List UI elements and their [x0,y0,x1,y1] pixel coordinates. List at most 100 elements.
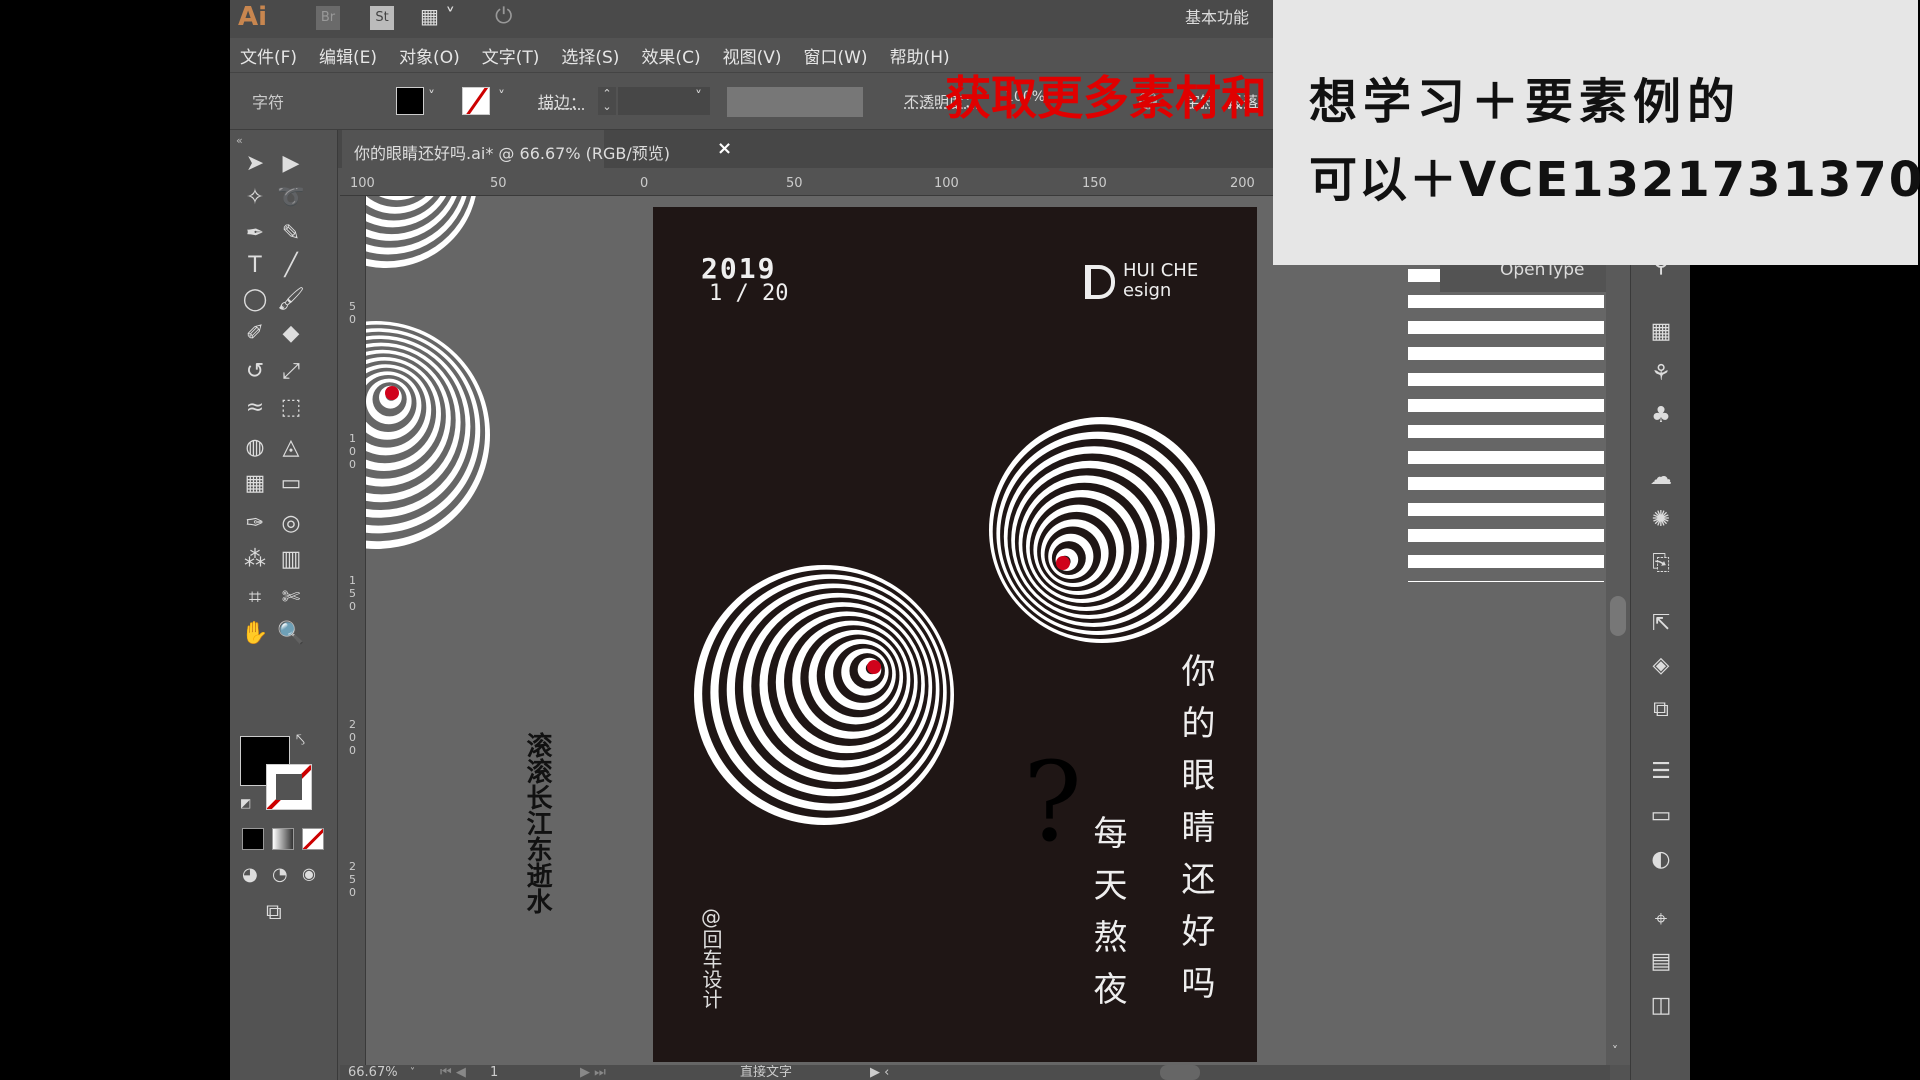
rotate-tool-icon[interactable]: ↺ [238,356,272,388]
stroke-panel-icon[interactable]: ☰ [1645,756,1677,788]
variable-width-profile[interactable] [727,87,863,117]
screen-mode-icon[interactable]: ⧉ [266,900,282,925]
pen-tool-icon[interactable]: ✒ [238,218,272,250]
status-tool-readout[interactable]: 直接文字 [740,1065,792,1080]
menu-effect[interactable]: 效果(C) [641,43,700,68]
cc-libraries-panel-icon[interactable]: ☁ [1645,462,1677,494]
chevron-down-icon[interactable]: ˅ [428,89,435,105]
stroke-stepper[interactable]: ⌃ ⌄ [598,87,616,115]
sphere-red-dot [1056,556,1070,570]
mesh-tool-icon[interactable]: ▦ [238,468,272,500]
line-tool-icon[interactable]: ╱ [274,250,308,282]
zoom-level-field[interactable]: 66.67% [348,1065,398,1080]
paintbrush-tool-icon[interactable]: 🖌 [274,284,308,316]
pathfinder-panel-icon[interactable]: ◫ [1645,990,1677,1022]
stroke-label[interactable]: 描边： [538,89,586,113]
sphere-offcanvas[interactable] [366,321,490,549]
artboards-panel-icon[interactable]: ⧉ [1645,694,1677,726]
slice-tool-icon[interactable]: ✄ [274,582,308,614]
gradient-panel-icon[interactable]: ▭ [1645,800,1677,832]
sphere-small[interactable] [989,417,1215,643]
chevron-down-icon[interactable]: ˅ [695,89,702,105]
type-tool-icon[interactable]: T [238,250,272,282]
perspective-tool-icon[interactable]: ◬ [274,432,308,464]
default-colors-icon[interactable]: ◩ [240,796,251,810]
menu-type[interactable]: 文字(T) [482,43,540,68]
vertical-scrollbar[interactable]: ˅ [1606,196,1630,1065]
curvature-tool-icon[interactable]: ✎ [274,218,308,250]
color-mode-icon[interactable] [242,828,264,850]
free-transform-tool-icon[interactable]: ⬚ [274,392,308,424]
symbol-sprayer-tool-icon[interactable]: ⁂ [238,544,272,576]
vertical-ruler[interactable]: 50 100 150 200 250 [340,196,366,1065]
brushes-panel-icon[interactable]: ⚘ [1645,358,1677,390]
next-artboard-icon[interactable]: ▶ ⏭ [580,1065,606,1080]
stroke-none-swatch[interactable] [462,87,490,115]
menu-file[interactable]: 文件(F) [240,43,297,68]
eyedropper-tool-icon[interactable]: ✑ [238,508,272,540]
stroke-color-box[interactable] [266,764,312,810]
warp-tool-icon[interactable]: ≈ [238,392,272,424]
shaper-tool-icon[interactable]: ✐ [238,318,272,350]
direct-selection-tool-icon[interactable]: ▶ [274,148,308,180]
poster-artboard[interactable]: 2019 1 / 20 HUI CHE esign 你的眼睛还好吗 每天熬夜 ?… [653,207,1257,1062]
blend-tool-icon[interactable]: ◎ [274,508,308,540]
arrange-documents-icon[interactable]: ▦ ˅ [420,4,455,28]
transform-panel-icon[interactable]: ⌖ [1645,904,1677,936]
stock-button[interactable]: St [370,6,394,30]
poster-date-year: 2019 [701,252,777,285]
sphere-offcanvas-top[interactable] [366,196,478,268]
ellipse-tool-icon[interactable]: ◯ [238,284,272,316]
side-vertical-text[interactable]: 滚滚长江东逝水 [522,732,552,914]
horizontal-scroll-thumb[interactable] [1160,1065,1200,1080]
lasso-tool-icon[interactable]: ➰ [274,182,308,214]
draw-inside-icon[interactable]: ◉ [302,864,316,883]
workspace-switcher[interactable]: 基本功能 [1185,4,1249,28]
collapse-panel-icon[interactable]: « [236,134,243,147]
close-tab-icon[interactable]: × [717,138,732,159]
none-mode-icon[interactable] [302,828,324,850]
transparency-panel-icon[interactable]: ◐ [1645,844,1677,876]
menu-view[interactable]: 视图(V) [723,43,782,68]
status-menu-icon[interactable]: ▶ ‹ [870,1065,889,1080]
sphere-large[interactable] [694,565,954,825]
scale-tool-icon[interactable]: ⤢ [274,356,308,388]
symbols-panel-icon[interactable]: ♣ [1645,400,1677,432]
hand-tool-icon[interactable]: ✋ [238,618,272,650]
menu-select[interactable]: 选择(S) [561,43,619,68]
first-artboard-icon[interactable]: ⏮ ◀ [440,1065,466,1080]
artboard-tool-icon[interactable]: ⌗ [238,582,272,614]
draw-normal-icon[interactable]: ◕ [242,864,258,885]
document-tab[interactable]: 你的眼睛还好吗.ai* @ 66.67% (RGB/预览) × [342,130,732,168]
align-panel-icon[interactable]: ▤ [1645,946,1677,978]
bridge-button[interactable]: Br [316,6,340,30]
swatches-panel-icon[interactable]: ▦ [1645,316,1677,348]
menu-object[interactable]: 对象(O) [399,43,460,68]
striped-rectangle[interactable] [1408,269,1604,582]
layers-panel-icon[interactable]: ◈ [1645,650,1677,682]
zoom-tool-icon[interactable]: 🔍 [274,618,308,650]
asset-export-panel-icon[interactable]: ⎘ [1645,548,1677,580]
column-graph-tool-icon[interactable]: ▥ [274,544,308,576]
scroll-down-icon[interactable]: ˅ [1612,1044,1618,1058]
export-panel-icon[interactable]: ⇱ [1645,608,1677,640]
gradient-tool-icon[interactable]: ▭ [274,468,308,500]
eraser-tool-icon[interactable]: ◆ [274,318,308,350]
scrollbar-thumb[interactable] [1610,596,1626,636]
appearance-panel-icon[interactable]: ✺ [1645,504,1677,536]
menu-edit[interactable]: 编辑(E) [319,43,377,68]
gradient-mode-icon[interactable] [272,828,294,850]
swap-colors-icon[interactable]: ⤣ [296,730,305,750]
fill-swatch[interactable] [396,87,424,115]
chevron-down-icon[interactable]: ˅ [498,89,505,105]
shape-builder-tool-icon[interactable]: ◍ [238,432,272,464]
artboard-number-field[interactable]: 1 [490,1065,498,1080]
gpu-performance-icon[interactable]: ⏻ [495,4,512,29]
poster-date-day: 1 / 20 [709,281,789,306]
menu-window[interactable]: 窗口(W) [803,43,867,68]
selection-tool-icon[interactable]: ➤ [238,148,272,180]
zoom-dropdown-icon[interactable]: ˅ [410,1065,415,1080]
menu-help[interactable]: 帮助(H) [890,43,950,68]
draw-behind-icon[interactable]: ◔ [272,864,288,885]
magic-wand-tool-icon[interactable]: ✧ [238,182,272,214]
